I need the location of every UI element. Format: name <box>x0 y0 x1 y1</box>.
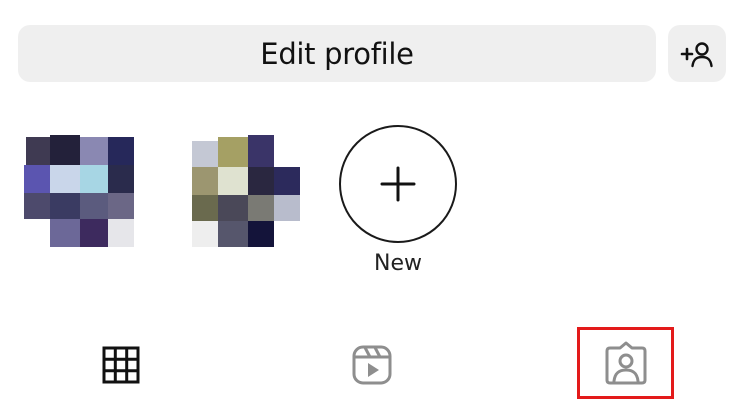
new-highlight-label: New <box>374 251 422 276</box>
pixel-block <box>80 219 108 247</box>
pixel-block <box>274 167 300 195</box>
reels-icon <box>352 345 392 385</box>
pixel-block <box>218 167 248 195</box>
plus-icon <box>380 166 416 202</box>
pixel-block <box>218 137 248 167</box>
pixel-block <box>108 165 134 193</box>
pixel-block <box>192 167 218 195</box>
pixel-block <box>50 219 80 247</box>
grid-icon <box>102 346 140 384</box>
new-highlight-button[interactable]: New <box>339 125 457 276</box>
pixel-block <box>248 167 274 195</box>
pixel-block <box>26 137 50 165</box>
pixel-block <box>80 137 108 165</box>
story-highlight-2[interactable] <box>190 127 308 251</box>
story-highlight-1[interactable] <box>22 135 140 253</box>
pixel-block <box>50 193 80 219</box>
pixel-block <box>218 195 248 221</box>
tab-posts-grid[interactable] <box>96 340 146 390</box>
pixel-block <box>50 135 80 165</box>
tab-reels[interactable] <box>345 338 399 392</box>
pixel-block <box>248 135 274 167</box>
pixel-block <box>218 221 248 247</box>
add-person-icon <box>680 41 713 67</box>
new-highlight-circle <box>339 125 457 243</box>
pixel-block <box>192 221 218 247</box>
pixel-block <box>80 165 108 193</box>
pixel-block <box>24 165 50 193</box>
edit-profile-button[interactable]: Edit profile <box>18 25 656 82</box>
pixel-block <box>248 195 274 221</box>
discover-people-button[interactable] <box>668 25 726 82</box>
pixel-block <box>108 137 134 165</box>
pixel-block <box>108 193 134 219</box>
pixel-block <box>80 193 108 219</box>
profile-page: Edit profile New <box>0 0 742 407</box>
pixel-block <box>192 141 218 167</box>
pixel-block <box>108 219 134 247</box>
pixel-block <box>248 221 274 247</box>
pixel-block <box>24 193 50 219</box>
pixel-block <box>50 165 80 193</box>
pixel-block <box>192 195 218 221</box>
edit-profile-label: Edit profile <box>260 36 414 71</box>
pixel-block <box>274 195 300 221</box>
tab-tagged[interactable] <box>577 327 674 399</box>
tagged-person-icon <box>605 341 646 385</box>
